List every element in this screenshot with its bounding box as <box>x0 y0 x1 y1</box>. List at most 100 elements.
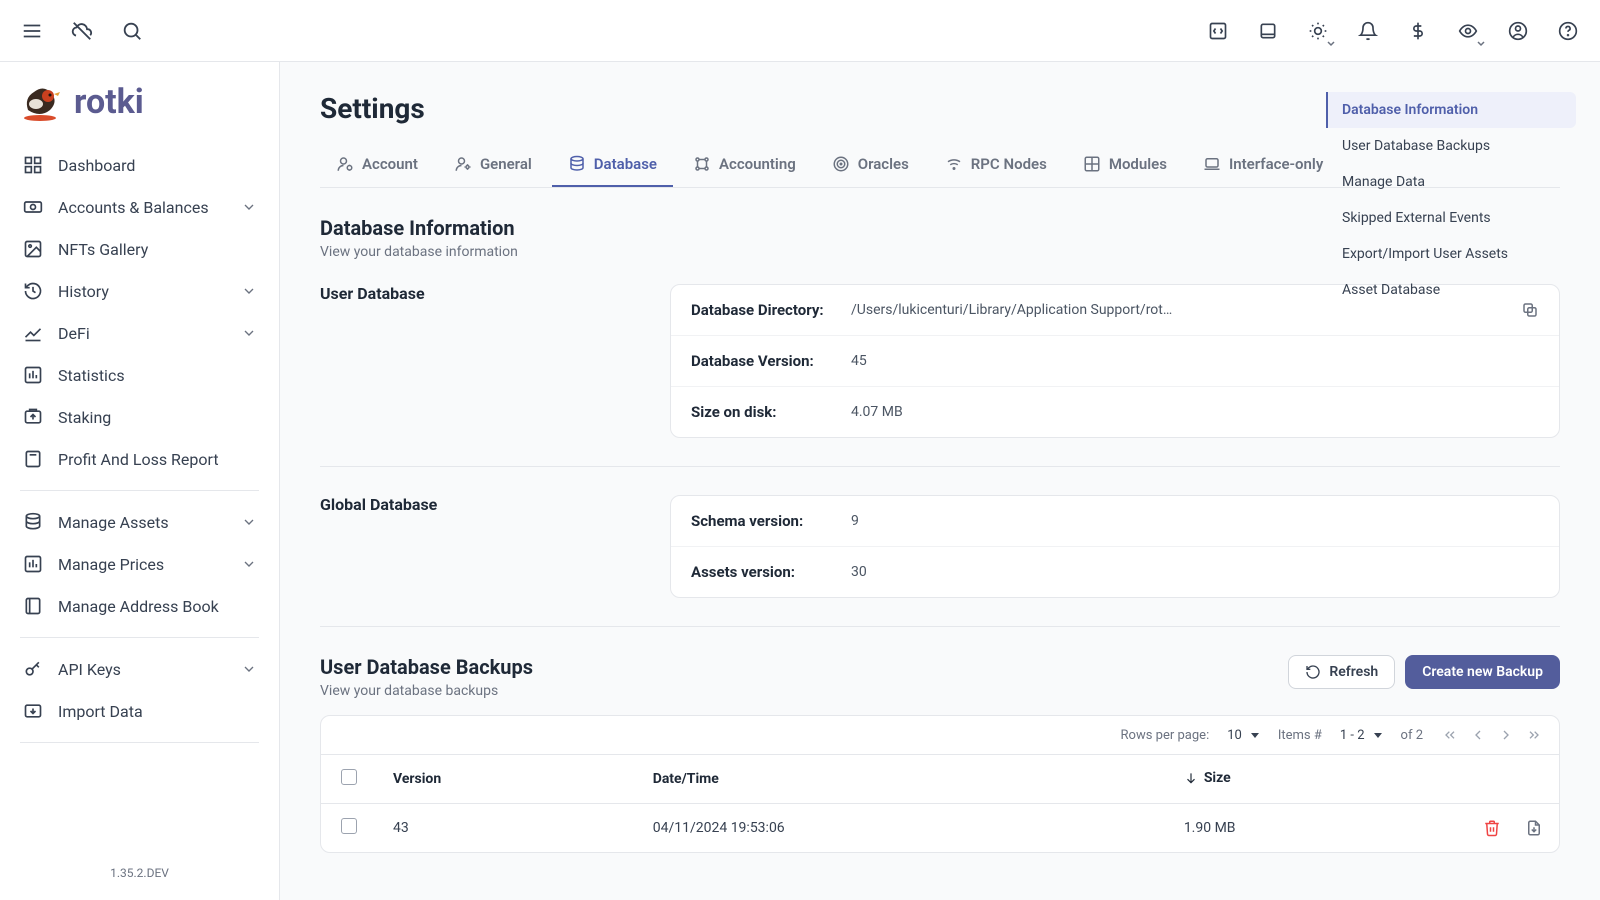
col-datetime[interactable]: Date/Time <box>637 755 1168 804</box>
db-size-value: 4.07 MB <box>851 404 1539 420</box>
section-anchor-nav: Database InformationUser Database Backup… <box>1326 92 1576 308</box>
items-range-select[interactable]: 1 - 2 <box>1340 728 1383 743</box>
items-count-label: Items # <box>1278 728 1322 743</box>
sidebar-item-label: NFTs Gallery <box>58 240 148 259</box>
divider <box>20 742 259 743</box>
database-icon <box>568 155 586 173</box>
sidebar: rotki Dashboard Accounts & Balances NFTs G… <box>0 62 280 900</box>
sidebar-item-manage-assets[interactable]: Manage Assets <box>8 501 271 543</box>
next-page-button[interactable] <box>1497 726 1515 744</box>
code-icon[interactable] <box>1206 19 1230 43</box>
logo: rotki <box>0 80 279 144</box>
cell-version: 43 <box>377 804 637 853</box>
sidebar-item-label: History <box>58 282 109 301</box>
image-icon <box>22 238 44 260</box>
rows-per-page-label: Rows per page: <box>1121 728 1210 743</box>
of-total-label: of 2 <box>1401 728 1423 743</box>
privacy-toggle-button[interactable] <box>1456 19 1480 43</box>
sidebar-item-dashboard[interactable]: Dashboard <box>8 144 271 186</box>
chart-line-icon <box>22 322 44 344</box>
currency-button[interactable] <box>1406 19 1430 43</box>
menu-toggle-button[interactable] <box>20 19 44 43</box>
anchor-manage-data[interactable]: Manage Data <box>1326 164 1576 200</box>
content-area: Settings AccountGeneralDatabaseAccountin… <box>280 62 1600 900</box>
target-icon <box>832 155 850 173</box>
assets-version-value: 30 <box>851 564 1539 580</box>
section-title-backups: User Database Backups <box>320 655 533 679</box>
tab-accounting[interactable]: Accounting <box>677 145 812 187</box>
prev-page-button[interactable] <box>1469 726 1487 744</box>
sidebar-item-accounts-balances[interactable]: Accounts & Balances <box>8 186 271 228</box>
anchor-asset-database[interactable]: Asset Database <box>1326 272 1576 308</box>
global-database-heading: Global Database <box>320 495 630 514</box>
app-version-label: 1.35.2.DEV <box>0 854 279 900</box>
tab-rpc-nodes[interactable]: RPC Nodes <box>929 145 1063 187</box>
sidebar-item-profit-and-loss-report[interactable]: Profit And Loss Report <box>8 438 271 480</box>
bar-chart-icon <box>22 553 44 575</box>
accounting-icon <box>693 155 711 173</box>
search-button[interactable] <box>120 19 144 43</box>
anchor-export-import-user-assets[interactable]: Export/Import User Assets <box>1326 236 1576 272</box>
global-database-card: Schema version: 9 Assets version: 30 <box>670 495 1560 598</box>
col-size[interactable]: Size <box>1168 755 1439 804</box>
first-page-button[interactable] <box>1441 726 1459 744</box>
tab-general[interactable]: General <box>438 145 548 187</box>
logo-text: rotki <box>74 82 144 122</box>
sidebar-item-defi[interactable]: DeFi <box>8 312 271 354</box>
sidebar-item-manage-address-book[interactable]: Manage Address Book <box>8 585 271 627</box>
dashboard-icon <box>22 154 44 176</box>
chevron-down-icon <box>241 199 257 215</box>
user-database-heading: User Database <box>320 284 630 303</box>
sidebar-item-statistics[interactable]: Statistics <box>8 354 271 396</box>
refresh-button[interactable]: Refresh <box>1288 655 1395 689</box>
sidebar-item-label: DeFi <box>58 324 90 343</box>
sidebar-item-manage-prices[interactable]: Manage Prices <box>8 543 271 585</box>
sidebar-item-staking[interactable]: Staking <box>8 396 271 438</box>
sidebar-item-history[interactable]: History <box>8 270 271 312</box>
tab-oracles[interactable]: Oracles <box>816 145 925 187</box>
chevron-down-icon <box>241 514 257 530</box>
anchor-skipped-external-events[interactable]: Skipped External Events <box>1326 200 1576 236</box>
bar-chart-icon <box>22 364 44 386</box>
inbox-icon <box>22 406 44 428</box>
db-version-value: 45 <box>851 353 1539 369</box>
notifications-button[interactable] <box>1356 19 1380 43</box>
tab-modules[interactable]: Modules <box>1067 145 1183 187</box>
account-button[interactable] <box>1506 19 1530 43</box>
laptop-icon <box>1203 155 1221 173</box>
chevron-down-icon <box>241 325 257 341</box>
db-directory-label: Database Directory: <box>691 301 851 319</box>
col-version[interactable]: Version <box>377 755 637 804</box>
row-checkbox[interactable] <box>341 818 357 834</box>
refresh-label: Refresh <box>1329 664 1378 680</box>
sidebar-item-label: Import Data <box>58 702 143 721</box>
select-all-checkbox[interactable] <box>341 769 357 785</box>
help-button[interactable] <box>1556 19 1580 43</box>
section-title-db-info: Database Information <box>320 216 630 240</box>
tab-account[interactable]: Account <box>320 145 434 187</box>
section-subtitle-db-info: View your database information <box>320 244 630 260</box>
sidebar-item-nfts-gallery[interactable]: NFTs Gallery <box>8 228 271 270</box>
note-icon[interactable] <box>1256 19 1280 43</box>
chevron-down-icon <box>241 283 257 299</box>
sidebar-item-import-data[interactable]: Import Data <box>8 690 271 732</box>
last-page-button[interactable] <box>1525 726 1543 744</box>
sidebar-item-label: Dashboard <box>58 156 135 175</box>
tab-database[interactable]: Database <box>552 145 673 187</box>
grid-icon <box>1083 155 1101 173</box>
theme-toggle-button[interactable] <box>1306 19 1330 43</box>
tab-interface-only[interactable]: Interface-only <box>1187 145 1339 187</box>
sidebar-item-api-keys[interactable]: API Keys <box>8 648 271 690</box>
schema-version-label: Schema version: <box>691 512 851 530</box>
delete-backup-button[interactable] <box>1483 819 1501 837</box>
anchor-user-database-backups[interactable]: User Database Backups <box>1326 128 1576 164</box>
sidebar-item-label: API Keys <box>58 660 121 679</box>
divider <box>20 637 259 638</box>
download-backup-button[interactable] <box>1525 819 1543 837</box>
divider <box>20 490 259 491</box>
accounts-icon <box>22 196 44 218</box>
anchor-database-information[interactable]: Database Information <box>1326 92 1576 128</box>
cloud-off-icon[interactable] <box>70 19 94 43</box>
rows-per-page-select[interactable]: 10 <box>1227 728 1260 743</box>
create-backup-button[interactable]: Create new Backup <box>1405 655 1560 689</box>
